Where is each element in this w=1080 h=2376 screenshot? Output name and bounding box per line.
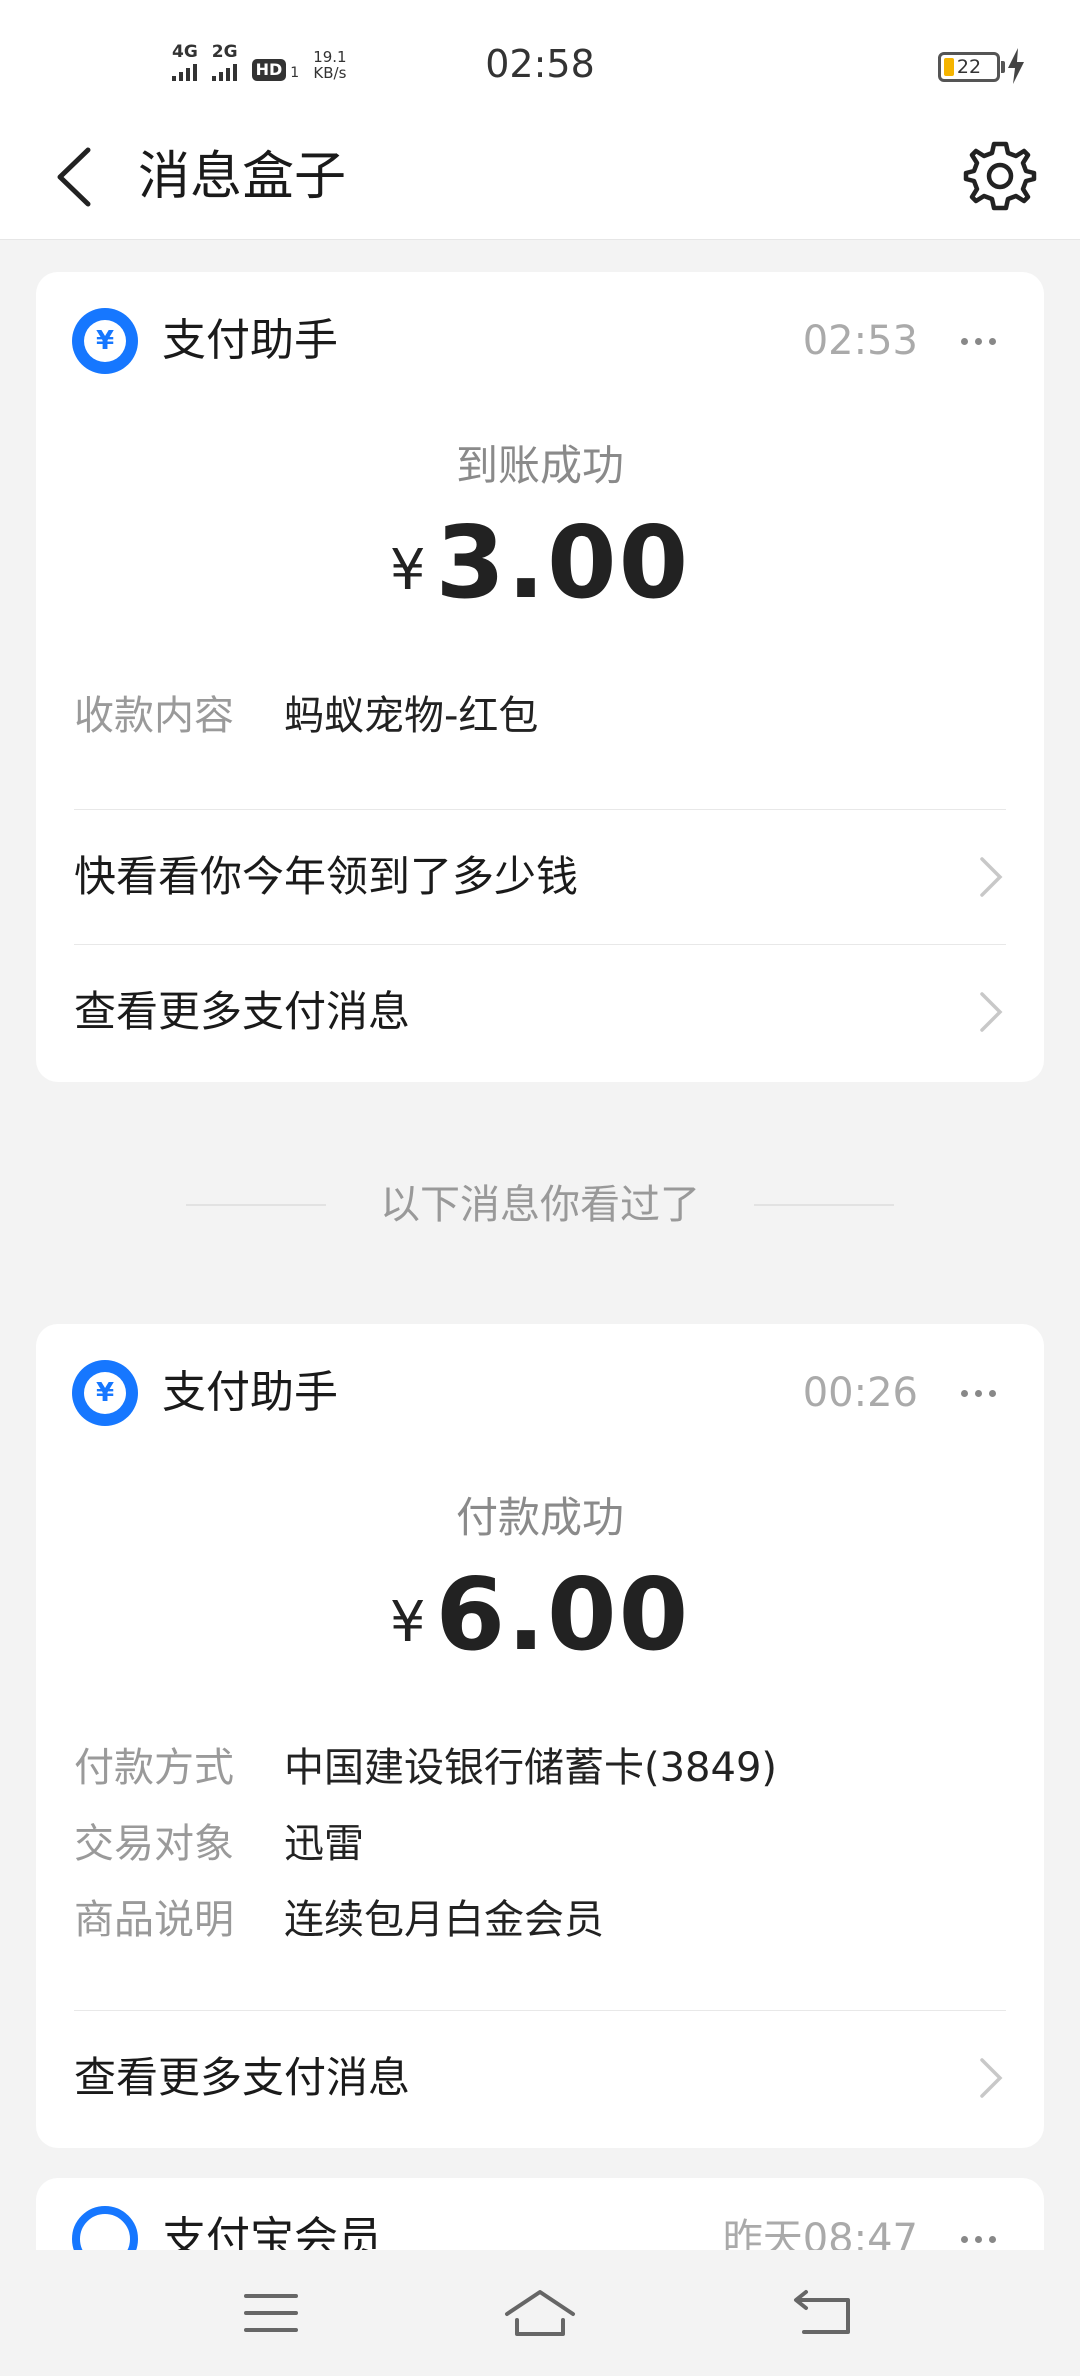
message-card[interactable]: ¥ 支付助手 02:53 到账成功 ¥3.00 收款内容 蚂蚁宠物-红包 快看看… — [36, 272, 1044, 1082]
detail-value: 迅雷 — [284, 1821, 364, 1867]
payment-assistant-icon: ¥ — [72, 1360, 138, 1426]
gear-icon — [963, 141, 1037, 211]
amount-value: 6.00 — [435, 1556, 691, 1673]
message-time: 00:26 — [802, 1370, 918, 1416]
more-options-icon[interactable] — [948, 308, 1008, 374]
system-navigation-bar — [0, 2250, 1080, 2376]
message-time: 02:53 — [802, 318, 918, 364]
more-payment-messages-link[interactable]: 查看更多支付消息 — [74, 2011, 1006, 2145]
detail-key: 收款内容 — [74, 693, 234, 739]
transaction-amount: ¥6.00 — [36, 1556, 1044, 1673]
card-header: ¥ 支付助手 00:26 — [72, 1360, 1008, 1428]
status-bar: 4G 2G HD 1 19.1 KB/s 02:58 22 — [0, 0, 1080, 118]
annual-summary-link[interactable]: 快看看你今年领到了多少钱 — [74, 810, 1006, 944]
currency-symbol: ¥ — [389, 1590, 426, 1655]
divider-line — [754, 1204, 894, 1206]
card-header: ¥ 支付助手 02:53 — [72, 308, 1008, 376]
transaction-amount: ¥3.00 — [36, 504, 1044, 621]
nav-bar: 消息盒子 — [0, 118, 1080, 240]
detail-key: 商品说明 — [74, 1897, 234, 1943]
back-button[interactable] — [48, 142, 108, 212]
message-card[interactable]: ¥ 支付助手 00:26 付款成功 ¥6.00 付款方式 中国建设银行储蓄卡(3… — [36, 1324, 1044, 2148]
battery-icon: 22 — [938, 52, 1005, 82]
app-name: 支付助手 — [162, 315, 338, 366]
detail-row: 交易对象 迅雷 — [74, 1814, 1006, 1874]
detail-row: 商品说明 连续包月白金会员 — [74, 1890, 1006, 1950]
back-arrow-icon — [57, 147, 91, 207]
chevron-right-icon — [980, 992, 1003, 1032]
page-title: 消息盒子 — [138, 147, 347, 207]
detail-value: 中国建设银行储蓄卡(3849) — [284, 1745, 778, 1791]
link-label: 查看更多支付消息 — [74, 987, 411, 1036]
link-label: 查看更多支付消息 — [74, 2053, 411, 2102]
menu-button[interactable] — [216, 2276, 326, 2350]
more-payment-messages-link[interactable]: 查看更多支付消息 — [74, 945, 1006, 1079]
app-name: 支付助手 — [162, 1367, 338, 1418]
detail-key: 付款方式 — [74, 1745, 234, 1791]
chevron-right-icon — [980, 857, 1003, 897]
chevron-right-icon — [980, 2058, 1003, 2098]
payment-assistant-icon: ¥ — [72, 308, 138, 374]
settings-button[interactable] — [960, 136, 1040, 216]
more-options-icon[interactable] — [948, 1360, 1008, 1426]
return-icon — [794, 2290, 850, 2334]
battery-level: 22 — [956, 56, 982, 78]
detail-key: 交易对象 — [74, 1821, 234, 1867]
menu-icon — [244, 2294, 298, 2332]
transaction-status: 到账成功 — [455, 441, 624, 490]
transaction-status: 付款成功 — [455, 1493, 624, 1542]
detail-value: 蚂蚁宠物-红包 — [284, 693, 539, 739]
detail-value: 连续包月白金会员 — [284, 1897, 604, 1943]
home-icon — [505, 2290, 575, 2336]
currency-symbol: ¥ — [389, 538, 426, 603]
amount-value: 3.00 — [435, 504, 691, 621]
home-button[interactable] — [485, 2276, 595, 2350]
status-time: 02:58 — [485, 42, 595, 86]
detail-row: 付款方式 中国建设银行储蓄卡(3849) — [74, 1738, 1006, 1798]
seen-divider-text: 以下消息你看过了 — [380, 1182, 700, 1228]
link-label: 快看看你今年领到了多少钱 — [74, 852, 579, 901]
charging-icon — [1008, 48, 1024, 84]
back-nav-button[interactable] — [768, 2276, 878, 2350]
detail-row: 收款内容 蚂蚁宠物-红包 — [74, 686, 1006, 746]
